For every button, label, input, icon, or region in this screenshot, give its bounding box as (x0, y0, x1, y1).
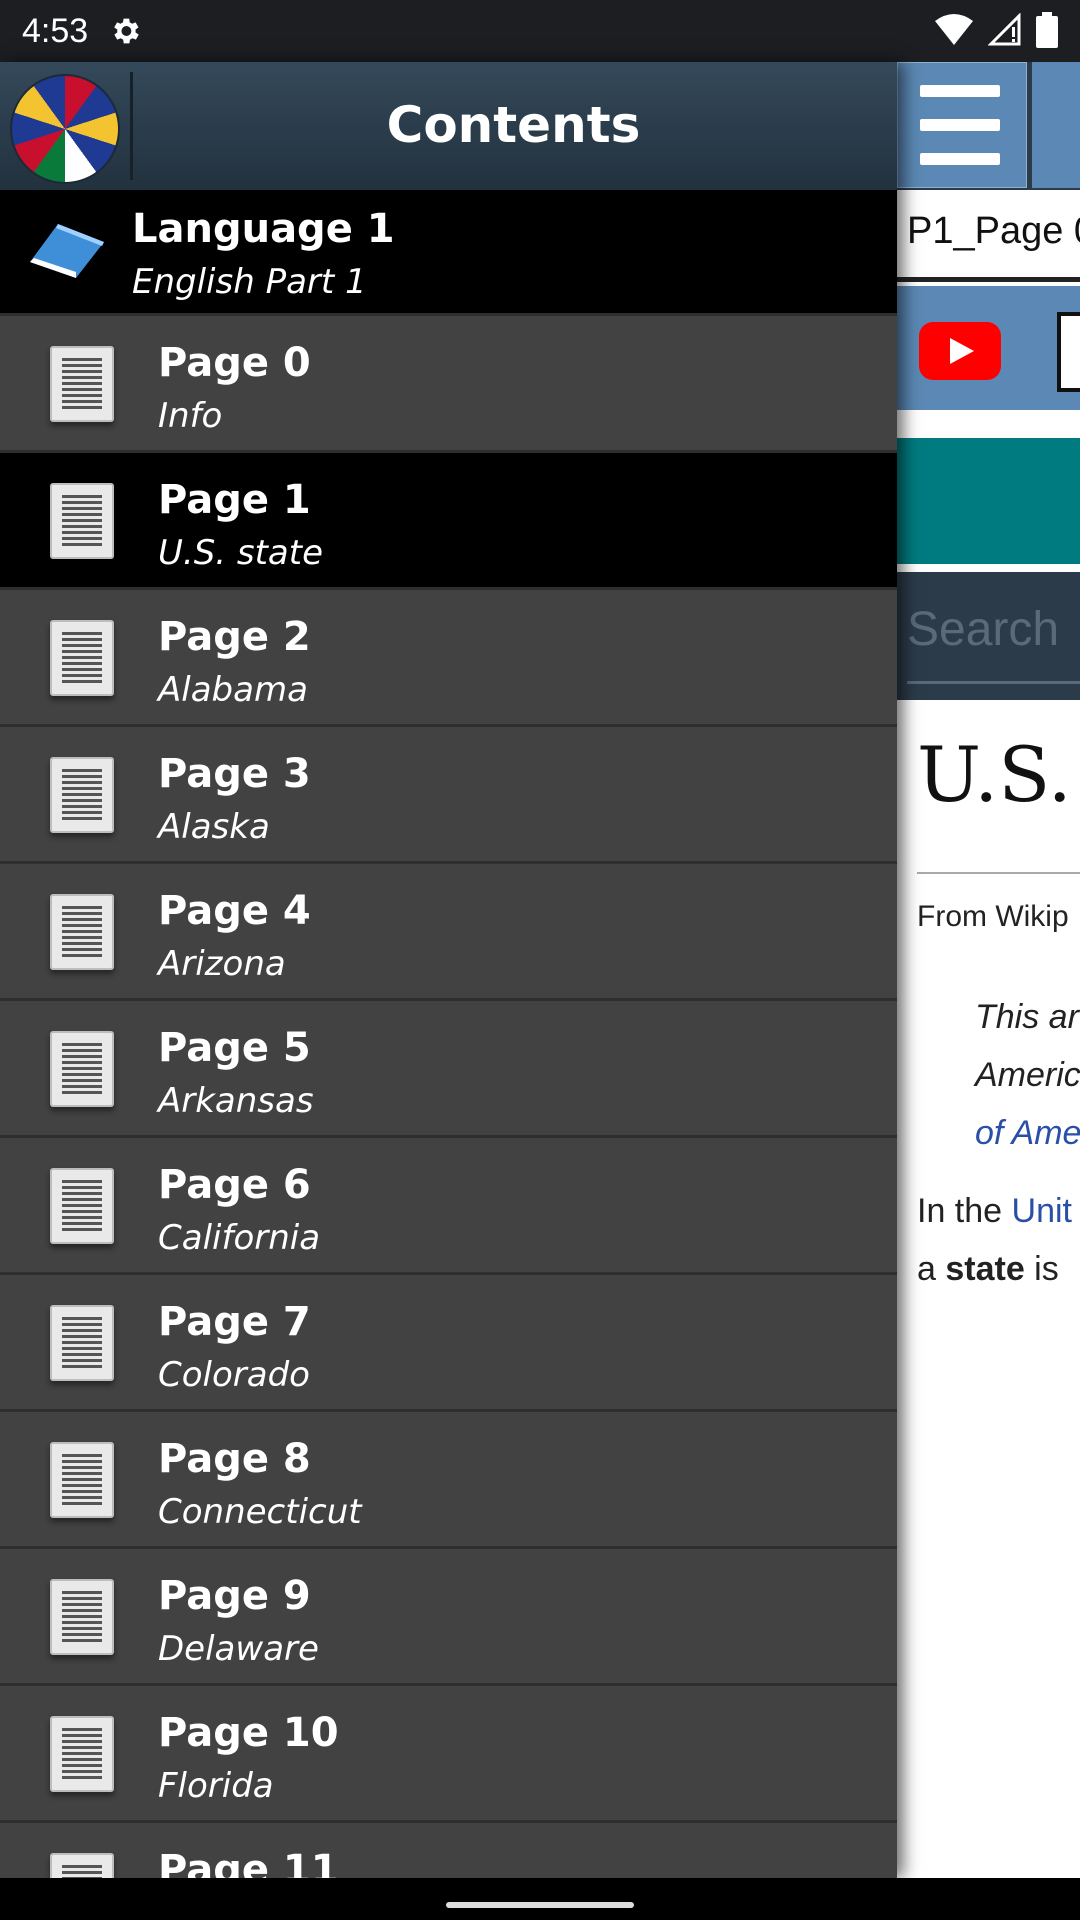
language-row[interactable]: Language 1 English Part 1 (0, 190, 897, 316)
page-item-title: Page 5 (158, 1025, 311, 1071)
body-bold: state (945, 1250, 1025, 1288)
page-item-subtitle: Arkansas (158, 1081, 314, 1121)
page-item-title: Page 7 (158, 1299, 311, 1345)
page-list-item[interactable]: Page 2 Alabama (0, 590, 897, 727)
drawer-header: Contents (0, 62, 897, 190)
title-divider (917, 872, 1080, 874)
cell-signal-icon (988, 13, 1021, 46)
page-item-title: Page 6 (158, 1162, 311, 1208)
page-item-subtitle: Arizona (158, 944, 286, 984)
document-page-icon (50, 483, 114, 559)
article-source: From Wikip (917, 900, 1069, 933)
teal-banner (897, 438, 1080, 564)
hatnote-link[interactable]: of Ame (975, 1114, 1080, 1153)
page-list-item[interactable]: Page 6 California (0, 1138, 897, 1275)
document-page-icon (50, 757, 114, 833)
document-page-icon (50, 1305, 114, 1381)
page-item-title: Page 8 (158, 1436, 311, 1482)
content-page: P1_Page 0 Search U.S. s From Wikip This … (897, 62, 1080, 1878)
page-item-title: Page 3 (158, 751, 311, 797)
page-item-subtitle: U.S. state (158, 533, 324, 573)
document-page-icon (50, 1579, 114, 1655)
page-item-subtitle: Delaware (158, 1629, 319, 1669)
page-list-item[interactable]: Page 5 Arkansas (0, 1001, 897, 1138)
status-time: 4:53 (22, 12, 89, 50)
page-item-title: Page 11 (158, 1847, 339, 1878)
battery-icon (1036, 12, 1058, 48)
body-text: is (1024, 1250, 1059, 1288)
language-title: Language 1 (132, 206, 395, 252)
page-item-subtitle: Alaska (158, 807, 270, 847)
page-list-item[interactable]: Page 0 Info (0, 316, 897, 453)
home-gesture-handle[interactable] (446, 1902, 634, 1908)
page-list-item[interactable]: Page 11 (0, 1823, 897, 1878)
document-page-icon (50, 620, 114, 696)
page-list-item[interactable]: Page 1 U.S. state (0, 453, 897, 590)
page-item-title: Page 4 (158, 888, 311, 934)
hatnote-line-2: Americ (975, 1056, 1080, 1094)
content-toolbar (897, 62, 1080, 190)
menu-icon[interactable] (897, 62, 1027, 188)
document-page-icon (50, 1031, 114, 1107)
document-icon[interactable] (1057, 312, 1080, 392)
body-text: In the (917, 1192, 1012, 1230)
page-label-bar: P1_Page 0 (897, 190, 1080, 282)
document-page-icon (50, 346, 114, 422)
body-link[interactable]: Unit (1012, 1192, 1072, 1230)
page-list-item[interactable]: Page 3 Alaska (0, 727, 897, 864)
page-item-title: Page 9 (158, 1573, 311, 1619)
page-item-title: Page 1 (158, 477, 311, 523)
article-title: U.S. s (917, 730, 1080, 819)
navigation-drawer: Contents Language 1 English Part 1 Page … (0, 62, 897, 1878)
body-line-1: In the Unit (917, 1192, 1072, 1231)
page-item-title: Page 10 (158, 1710, 339, 1756)
status-icons (934, 12, 1058, 48)
page-item-title: Page 0 (158, 340, 311, 386)
document-page-icon (50, 1442, 114, 1518)
page-item-subtitle: Connecticut (158, 1492, 362, 1532)
youtube-icon[interactable] (919, 322, 1001, 380)
drawer-title: Contents (386, 96, 641, 154)
document-page-icon (50, 894, 114, 970)
wifi-icon (935, 14, 973, 45)
body-text: a (917, 1250, 946, 1288)
page-item-subtitle: Florida (158, 1766, 274, 1806)
language-subtitle: English Part 1 (132, 262, 367, 302)
page-list-item[interactable]: Page 9 Delaware (0, 1549, 897, 1686)
toolbar-button[interactable] (1032, 62, 1080, 188)
document-page-icon (50, 1168, 114, 1244)
page-item-title: Page 2 (158, 614, 311, 660)
status-bar: 4:53 (0, 0, 1080, 62)
page-list-item[interactable]: Page 8 Connecticut (0, 1412, 897, 1549)
page-list-item[interactable]: Page 7 Colorado (0, 1275, 897, 1412)
search-bar[interactable]: Search (897, 572, 1080, 700)
media-toolbar (897, 286, 1080, 410)
system-nav-bar (0, 1878, 1080, 1920)
search-underline (907, 681, 1080, 684)
document-page-icon (50, 1853, 114, 1878)
book-icon (30, 224, 104, 278)
hatnote-line-1: This ar (975, 998, 1079, 1036)
page-item-subtitle: Info (158, 396, 223, 436)
page-item-subtitle: California (158, 1218, 321, 1258)
document-page-icon (50, 1716, 114, 1792)
search-input[interactable]: Search (907, 602, 1059, 657)
page-label: P1_Page 0 (907, 210, 1080, 252)
page-list-item[interactable]: Page 4 Arizona (0, 864, 897, 1001)
page-item-subtitle: Colorado (158, 1355, 310, 1395)
page-list-item[interactable]: Page 10 Florida (0, 1686, 897, 1823)
app-logo-icon (10, 74, 120, 184)
page-item-subtitle: Alabama (158, 670, 308, 710)
body-line-2: a state is (917, 1250, 1059, 1289)
settings-gear-icon (114, 18, 139, 44)
